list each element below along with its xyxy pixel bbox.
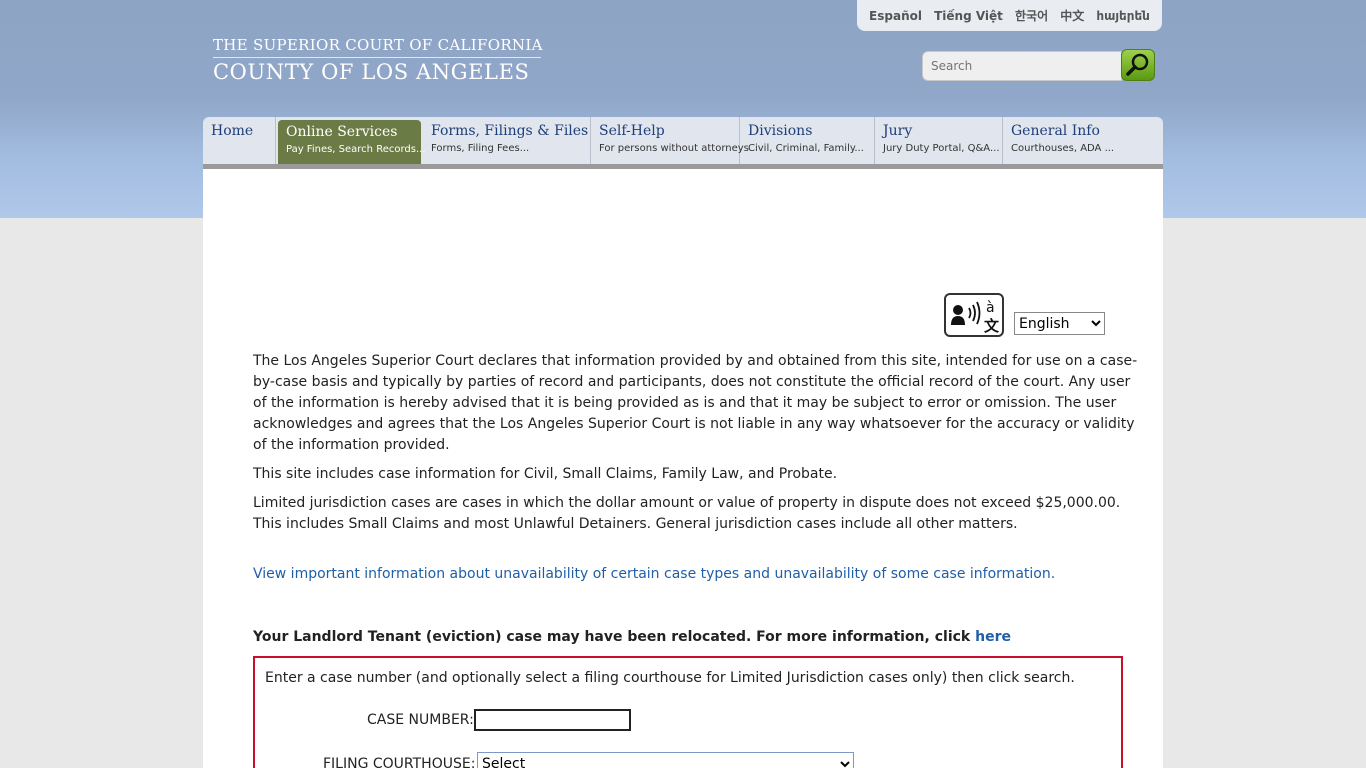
filing-courthouse-select[interactable]: Select — [477, 752, 854, 768]
language-select[interactable]: English — [1014, 312, 1105, 335]
nav-self-help[interactable]: Self-Help For persons without attorneys — [591, 117, 749, 165]
nav-online-services-title: Online Services — [286, 124, 398, 140]
svg-text:文: 文 — [984, 317, 1000, 335]
nav-forms-title: Forms, Filings & Files — [431, 123, 589, 139]
lang-spanish-link[interactable]: Español — [869, 9, 922, 23]
nav-divisions-subtitle: Civil, Criminal, Family... — [748, 143, 864, 154]
nav-general-info-title: General Info — [1011, 123, 1100, 139]
lang-korean-link[interactable]: 한국어 — [1015, 7, 1048, 24]
svg-text:à: à — [986, 300, 995, 316]
relocated-notice: Your Landlord Tenant (eviction) case may… — [253, 627, 1143, 648]
nav-self-help-title: Self-Help — [599, 123, 665, 139]
relocated-here-link[interactable]: here — [975, 629, 1011, 645]
lang-armenian-link[interactable]: հայերեն — [1096, 9, 1150, 23]
nav-self-help-subtitle: For persons without attorneys — [599, 143, 749, 154]
nav-online-services[interactable]: Online Services Pay Fines, Search Record… — [278, 120, 426, 165]
language-bar: Español Tiếng Việt 한국어 中文 հայերեն — [857, 0, 1162, 31]
nav-home[interactable]: Home — [203, 117, 276, 165]
nav-forms-subtitle: Forms, Filing Fees... — [431, 143, 530, 154]
nav-general-info-subtitle: Courthouses, ADA ... — [1011, 143, 1115, 154]
lang-vietnamese-link[interactable]: Tiếng Việt — [934, 9, 1003, 23]
logo-line-1[interactable]: THE SUPERIOR COURT OF CALIFORNIA — [213, 36, 543, 54]
unavailability-info: View important information about unavail… — [253, 564, 1143, 585]
nav-home-title: Home — [211, 123, 254, 139]
relocated-text: Your Landlord Tenant (eviction) case may… — [253, 629, 971, 645]
nav-jury-subtitle: Jury Duty Portal, Q&A... — [883, 143, 1000, 154]
nav-jury-title: Jury — [883, 123, 913, 139]
nav-jury[interactable]: Jury Jury Duty Portal, Q&A... — [875, 117, 1003, 165]
jurisdiction-text: Limited jurisdiction cases are cases in … — [253, 495, 1121, 532]
translate-icon[interactable]: à 文 — [944, 293, 1004, 337]
case-number-input[interactable] — [474, 709, 631, 731]
case-number-label: CASE NUMBER: — [367, 712, 474, 728]
nav-general-info[interactable]: General Info Courthouses, ADA ... — [1003, 117, 1161, 165]
nav-divisions-title: Divisions — [748, 123, 813, 139]
disclaimer-text: The Los Angeles Superior Court declares … — [253, 353, 1138, 453]
nav-divisions[interactable]: Divisions Civil, Criminal, Family... — [740, 117, 875, 165]
filing-courthouse-label: FILING COURTHOUSE: — [323, 756, 476, 768]
lang-chinese-link[interactable]: 中文 — [1060, 7, 1084, 24]
case-search-instructions: Enter a case number (and optionally sele… — [265, 670, 1075, 686]
search-button[interactable] — [1121, 49, 1155, 81]
site-includes-text: This site includes case information for … — [253, 466, 838, 482]
search-input[interactable] — [922, 51, 1122, 81]
nav-forms[interactable]: Forms, Filings & Files Forms, Filing Fee… — [423, 117, 591, 165]
logo-divider — [213, 57, 541, 58]
nav-online-services-subtitle: Pay Fines, Search Records... — [286, 144, 426, 155]
unavailability-link[interactable]: View important information about unavail… — [253, 566, 1055, 582]
magnifier-icon — [1126, 53, 1149, 76]
main-nav: Home Online Services Pay Fines, Search R… — [203, 117, 1163, 165]
logo-line-2[interactable]: COUNTY OF LOS ANGELES — [213, 60, 530, 84]
